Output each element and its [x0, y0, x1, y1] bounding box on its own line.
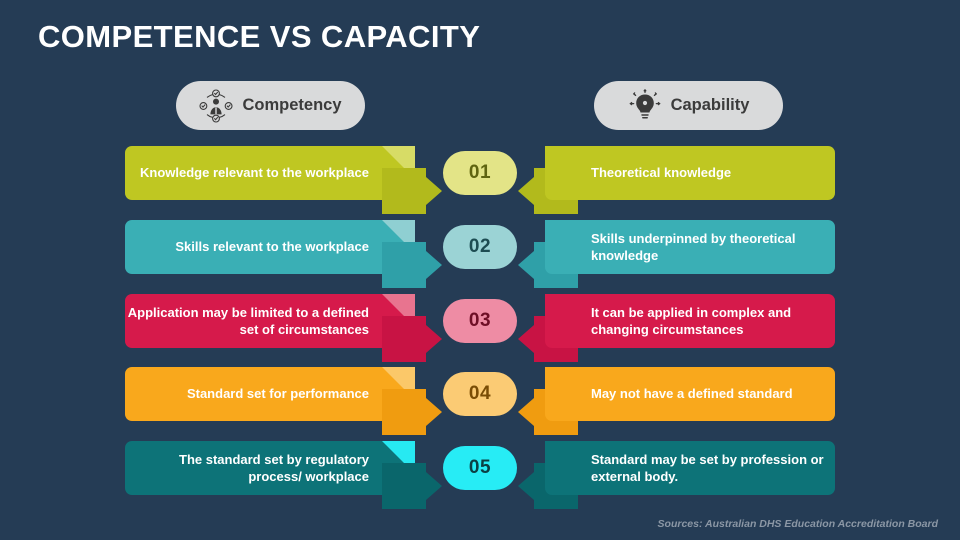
- capability-bar[interactable]: Standard may be set by profession or ext…: [545, 441, 835, 495]
- slide-canvas: Competence vs Capacity: [0, 0, 960, 540]
- connector-arrow-left: [382, 168, 442, 214]
- step-number-label: 04: [468, 383, 492, 404]
- capability-bar-text: May not have a defined standard: [591, 386, 793, 402]
- step-number-label: 01: [468, 162, 492, 183]
- capability-bar-text: Standard may be set by profession or ext…: [591, 451, 824, 484]
- competency-bar[interactable]: Knowledge relevant to the workplace: [125, 146, 415, 200]
- connector-arrow-left: [382, 242, 442, 288]
- competency-bar[interactable]: The standard set by regulatory process/ …: [125, 441, 415, 495]
- competency-bar[interactable]: Application may be limited to a defined …: [125, 294, 415, 348]
- connector-arrow-left: [382, 389, 442, 435]
- capability-bar-text: It can be applied in complex and changin…: [591, 304, 792, 337]
- competency-bar[interactable]: Skills relevant to the workplace: [125, 220, 415, 274]
- header-pill-competency-label: Competency: [242, 96, 342, 114]
- competency-bar[interactable]: Standard set for performance: [125, 367, 415, 421]
- step-number-badge[interactable]: 01: [443, 151, 517, 195]
- header-pill-competency[interactable]: Competency: [176, 81, 365, 130]
- capability-bar[interactable]: Skills underpinned by theoretical knowle…: [545, 220, 835, 274]
- capability-bar[interactable]: Theoretical knowledge: [545, 146, 835, 200]
- capability-bar[interactable]: May not have a defined standard: [545, 367, 835, 421]
- footer-source-note: Sources: Australian DHS Education Accred…: [657, 518, 938, 530]
- capability-bar-text: Theoretical knowledge: [591, 165, 732, 181]
- competency-bar-text: Application may be limited to a defined …: [127, 304, 369, 337]
- step-number-label: 05: [468, 457, 492, 478]
- competency-bar-text: Skills relevant to the workplace: [175, 239, 369, 255]
- page-title: Competence vs Capacity: [38, 19, 481, 54]
- comparison-row: Skills relevant to the workplace 02 Skil…: [0, 220, 960, 288]
- step-number-badge[interactable]: 02: [443, 225, 517, 269]
- step-number-badge[interactable]: 03: [443, 299, 517, 343]
- header-pill-capability[interactable]: Capability: [594, 81, 783, 130]
- comparison-row: Knowledge relevant to the workplace 01 T…: [0, 146, 960, 214]
- step-number-label: 03: [468, 310, 492, 331]
- capability-bar[interactable]: It can be applied in complex and changin…: [545, 294, 835, 348]
- competency-bar-text: Standard set for performance: [186, 386, 369, 402]
- competency-bar-text: The standard set by regulatory process/ …: [179, 451, 369, 484]
- comparison-row: Standard set for performance 04 May not …: [0, 367, 960, 435]
- step-number-badge[interactable]: 04: [443, 372, 517, 416]
- step-number-badge[interactable]: 05: [443, 446, 517, 490]
- comparison-row: Application may be limited to a defined …: [0, 294, 960, 362]
- capability-lightbulb-gear-icon: [628, 88, 662, 123]
- competency-person-check-icon: [199, 88, 234, 123]
- connector-arrow-left: [382, 316, 442, 362]
- connector-arrow-left: [382, 463, 442, 509]
- header-pill-capability-label: Capability: [670, 96, 750, 114]
- step-number-label: 02: [468, 236, 492, 257]
- comparison-row: The standard set by regulatory process/ …: [0, 441, 960, 509]
- capability-bar-text: Skills underpinned by theoretical knowle…: [591, 230, 796, 263]
- competency-bar-text: Knowledge relevant to the workplace: [140, 165, 369, 181]
